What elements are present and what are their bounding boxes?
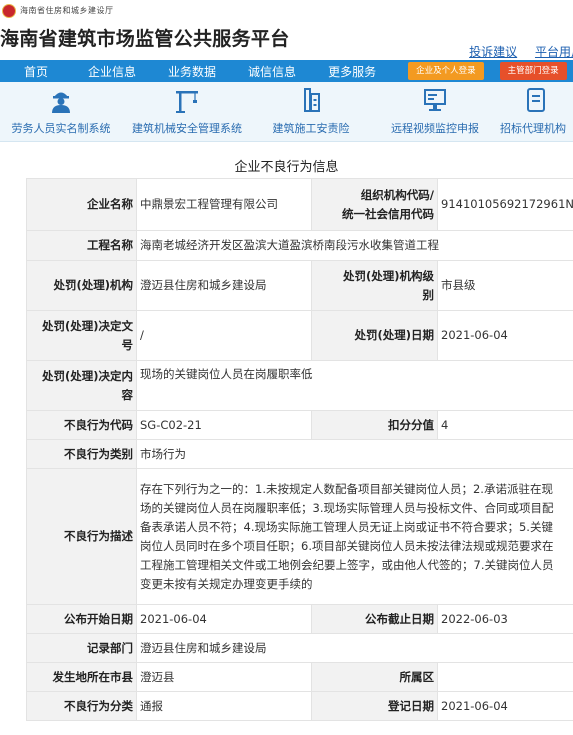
- record-date-label: 登记日期: [311, 691, 438, 721]
- page-title: 企业不良行为信息: [234, 160, 339, 175]
- table-row: 发生地所在市县 澄迈县 所属区: [26, 662, 573, 692]
- table-row: 企业名称 中鼎景宏工程管理有限公司 组织机构代码/统一社会信用代码 914101…: [26, 178, 573, 231]
- table-row: 工程名称 海南老城经济开发区盈滨大道盈滨桥南段污水收集管道工程: [26, 230, 573, 261]
- location-city-label: 发生地所在市县: [26, 662, 137, 692]
- system-link-labor-realname[interactable]: 劳务人员实名制系统: [2, 82, 120, 142]
- behavior-description-value: 存在下列行为之一的：1.未按规定人数配备项目部关键岗位人员；2.承诺派驻在现 场…: [136, 468, 573, 605]
- table-row: 处罚(处理)决定文号 / 处罚(处理)日期 2021-06-04: [26, 310, 573, 361]
- system-link-label: 劳务人员实名制系统: [11, 122, 111, 135]
- system-link-label: 远程视频监控申报: [391, 122, 479, 135]
- decision-content-value: 现场的关键岗位人员在岗履职率低: [136, 360, 573, 411]
- record-date-value: 2021-06-04: [437, 691, 573, 721]
- behavior-category-label: 不良行为类别: [26, 439, 137, 469]
- penalty-date-value: 2021-06-04: [437, 310, 573, 361]
- record-dept-label: 记录部门: [26, 633, 137, 663]
- org-name: 海南省住房和城乡建设厅: [20, 6, 114, 15]
- penalty-date-label: 处罚(处理)日期: [311, 310, 438, 361]
- system-link-label: 招标代理机构: [500, 122, 566, 135]
- main-nav: 首页 企业信息 业务数据 诚信信息 更多服务 企业及个人登录 主管部门登录: [0, 60, 573, 82]
- platform-user-link[interactable]: 平台用户: [535, 45, 573, 59]
- publish-end-value: 2022-06-03: [437, 604, 573, 634]
- video-monitor-icon: [424, 89, 446, 111]
- system-link-machinery-safety[interactable]: 建筑机械安全管理系统: [126, 82, 248, 142]
- district-label: 所属区: [311, 662, 438, 692]
- company-name-value: 中鼎景宏工程管理有限公司: [136, 178, 312, 231]
- behavior-category-value: 市场行为: [136, 439, 573, 469]
- insurance-icon: [304, 88, 320, 112]
- system-link-safety-insurance[interactable]: 建筑施工安责险: [262, 82, 360, 142]
- behavior-code-label: 不良行为代码: [26, 410, 137, 440]
- deduction-score-value: 4: [437, 410, 573, 440]
- behavior-description-label: 不良行为描述: [26, 468, 137, 605]
- classification-value: 通报: [136, 691, 312, 721]
- system-link-video-monitoring[interactable]: 远程视频监控申报: [386, 82, 484, 142]
- site-header: 海南省住房和城乡建设厅 海南省建筑市场监管公共服务平台 投诉建议 平台用户: [0, 0, 573, 60]
- table-row: 不良行为分类 通报 登记日期 2021-06-04: [26, 691, 573, 721]
- table-row: 不良行为类别 市场行为: [26, 439, 573, 469]
- system-link-label: 建筑施工安责险: [272, 122, 350, 135]
- authority-value: 澄迈县住房和城乡建设局: [136, 260, 312, 311]
- top-links: 投诉建议 平台用户: [455, 43, 573, 60]
- project-name-label: 工程名称: [26, 230, 137, 261]
- nav-home[interactable]: 首页: [0, 63, 72, 80]
- table-row: 不良行为代码 SG-C02-21 扣分分值 4: [26, 410, 573, 440]
- decision-content-label: 处罚(处理)决定内容: [26, 360, 137, 411]
- decision-number-value: /: [136, 310, 312, 361]
- table-row: 公布开始日期 2021-06-04 公布截止日期 2022-06-03: [26, 604, 573, 634]
- behavior-code-value: SG-C02-21: [136, 410, 312, 440]
- nav-enterprise-info[interactable]: 企业信息: [72, 63, 152, 80]
- department-login-button[interactable]: 主管部门登录: [499, 62, 567, 80]
- site-title: 海南省建筑市场监管公共服务平台: [0, 28, 290, 50]
- authority-label: 处罚(处理)机构: [26, 260, 137, 311]
- deduction-score-label: 扣分分值: [311, 410, 438, 440]
- company-name-label: 企业名称: [26, 178, 137, 231]
- government-emblem-icon: [2, 4, 16, 18]
- authority-level-value: 市县级: [437, 260, 573, 311]
- project-name-value: 海南老城经济开发区盈滨大道盈滨桥南段污水收集管道工程: [136, 230, 573, 261]
- publish-start-value: 2021-06-04: [136, 604, 312, 634]
- decision-number-label: 处罚(处理)决定文号: [26, 310, 137, 361]
- authority-level-label: 处罚(处理)机构级别: [311, 260, 438, 311]
- table-row: 处罚(处理)机构 澄迈县住房和城乡建设局 处罚(处理)机构级别 市县级: [26, 260, 573, 311]
- nav-credit-info[interactable]: 诚信信息: [232, 63, 312, 80]
- org-code-label: 组织机构代码/统一社会信用代码: [311, 178, 438, 231]
- document-icon: [527, 88, 545, 112]
- org-code-value: 91410105692172961N: [437, 178, 573, 231]
- nav-more-services[interactable]: 更多服务: [312, 63, 392, 80]
- publish-start-label: 公布开始日期: [26, 604, 137, 634]
- table-row: 记录部门 澄迈县住房和城乡建设局: [26, 633, 573, 663]
- table-row: 不良行为描述 存在下列行为之一的：1.未按规定人数配备项目部关键岗位人员；2.承…: [26, 468, 573, 605]
- district-value: [437, 662, 573, 692]
- nav-business-data[interactable]: 业务数据: [152, 63, 232, 80]
- location-city-value: 澄迈县: [136, 662, 312, 692]
- bad-behavior-info-table: 企业名称 中鼎景宏工程管理有限公司 组织机构代码/统一社会信用代码 914101…: [26, 178, 573, 721]
- table-row: 处罚(处理)决定内容 现场的关键岗位人员在岗履职率低: [26, 360, 573, 411]
- classification-label: 不良行为分类: [26, 691, 137, 721]
- system-link-bidding-agency[interactable]: 招标代理机构: [498, 82, 573, 142]
- enterprise-login-button[interactable]: 企业及个人登录: [408, 62, 484, 80]
- crane-icon: [176, 91, 198, 113]
- record-dept-value: 澄迈县住房和城乡建设局: [136, 633, 573, 663]
- complaint-link[interactable]: 投诉建议: [469, 45, 517, 59]
- system-link-label: 建筑机械安全管理系统: [132, 122, 242, 135]
- worker-icon: [52, 92, 70, 113]
- publish-end-label: 公布截止日期: [311, 604, 438, 634]
- system-links-bar: 劳务人员实名制系统 建筑机械安全管理系统 建筑施工安责险 远程视频监控申报 招标…: [0, 82, 573, 142]
